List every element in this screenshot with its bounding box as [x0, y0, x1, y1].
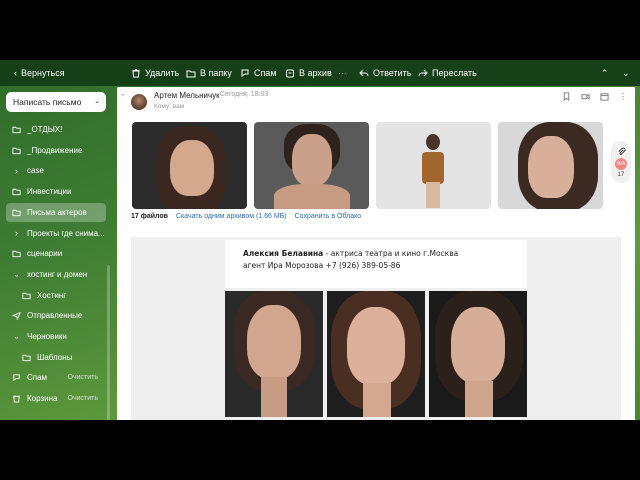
attachment-thumbnail[interactable]: [254, 122, 369, 209]
spam-icon: [241, 69, 249, 77]
avatar: [131, 94, 147, 110]
more-button[interactable]: ···: [338, 60, 347, 86]
sidebar-item-label: Черновики: [27, 332, 67, 341]
attachment-thumbnail[interactable]: [376, 122, 491, 209]
sidebar-item[interactable]: Спам Очистить: [6, 368, 106, 387]
trash-icon: [132, 69, 140, 78]
sidebar-item[interactable]: Корзина Очистить: [6, 389, 106, 408]
archive-button[interactable]: В архив: [285, 60, 332, 86]
chevron-right-icon: ›: [15, 165, 18, 176]
compose-button[interactable]: Написать письмо ⌄: [6, 92, 106, 112]
sidebar-item-label: Отправленные: [27, 311, 83, 321]
sidebar-item[interactable]: ⌄ Черновики: [6, 327, 106, 346]
sidebar-item-label: сценарии: [27, 249, 63, 259]
forward-button[interactable]: Переслать: [418, 60, 477, 86]
folder-icon: [22, 353, 31, 362]
attachment-thumbnail[interactable]: [498, 122, 603, 209]
message-date: Сегодня, 18:03: [220, 91, 269, 98]
folder-icon: [12, 187, 21, 196]
sidebar-item[interactable]: _Продвижение: [6, 141, 106, 160]
actor-description: - актриса театра и кино г.Москва: [323, 249, 459, 258]
mail-app: ‹ Вернуться Удалить В папку Спам В архив…: [0, 60, 640, 420]
folder-icon: [12, 146, 21, 155]
delete-button[interactable]: Удалить: [131, 60, 179, 86]
spam-icon: [12, 373, 21, 382]
move-to-folder-button[interactable]: В папку: [186, 60, 232, 86]
sidebar-item[interactable]: Инвестиции: [6, 182, 106, 201]
clear-folder-button[interactable]: Очистить: [68, 374, 98, 381]
sidebar-item-label: _Продвижение: [27, 145, 83, 155]
more-icon[interactable]: ⋮: [619, 92, 627, 101]
actor-card: Алексия Белавина - актриса театра и кино…: [225, 240, 527, 288]
sidebar-scrollbar[interactable]: [107, 265, 110, 420]
sidebar-item[interactable]: Шаблоны: [6, 348, 106, 367]
chevron-down-icon[interactable]: ⌄: [622, 60, 630, 86]
bookmark-icon[interactable]: [562, 92, 571, 101]
trash-icon: [12, 394, 21, 403]
sidebar-item-label: Спам: [27, 373, 48, 383]
chevron-down-icon: ⌄: [13, 269, 20, 279]
sender-name[interactable]: Артем Мельничук: [154, 91, 220, 100]
sidebar-item[interactable]: › Проекты где снима...: [6, 224, 106, 243]
message-body: Алексия Белавина - актриса театра и кино…: [131, 237, 621, 420]
save-to-cloud-link[interactable]: Сохранить в Облако: [295, 213, 362, 220]
chevron-down-icon: ⌄: [13, 332, 20, 341]
message-view: ⌃ Артем Мельничук Сегодня, 18:03 Кому: в…: [117, 87, 635, 420]
download-archive-link[interactable]: Скачать одним архивом (1.66 МБ): [176, 213, 287, 220]
folder-icon: [12, 208, 21, 217]
message-actions: ⋮: [562, 92, 627, 101]
actor-photo[interactable]: [225, 291, 323, 417]
sidebar-item-label: Хостинг: [37, 290, 67, 300]
sidebar-item-label: Проекты где снима...: [27, 228, 105, 238]
chevron-right-icon: ›: [15, 228, 18, 238]
actor-photo[interactable]: [327, 291, 425, 417]
sidebar-item[interactable]: Отправленные: [6, 306, 106, 325]
send-icon: [12, 311, 21, 321]
reply-button[interactable]: Ответить: [359, 60, 411, 86]
sidebar-item-label: case: [27, 166, 44, 176]
agent-contact: агент Ира Морозова +7 (926) 389-05-86: [243, 261, 401, 270]
back-button[interactable]: ‹ Вернуться: [14, 60, 65, 86]
calendar-icon[interactable]: [600, 92, 609, 101]
files-count: 17 файлов: [131, 213, 168, 220]
forward-icon: [418, 69, 428, 77]
recipient: Кому: вам: [154, 103, 185, 110]
toolbar: ‹ Вернуться Удалить В папку Спам В архив…: [0, 60, 640, 86]
sidebar-item[interactable]: _ОТДЫХ!: [6, 120, 106, 139]
chevron-up-icon[interactable]: ⌃: [601, 60, 609, 86]
attachment-thumbnail[interactable]: [132, 122, 247, 209]
attachment-count: 17: [617, 171, 625, 178]
sidebar-item-label: Письма актеров: [27, 207, 87, 217]
folder-icon: [12, 249, 21, 258]
actor-name: Алексия Белавина: [243, 249, 324, 258]
sidebar-item[interactable]: › case: [6, 161, 106, 180]
paperclip-icon: [617, 147, 625, 155]
sidebar-item-label: хостинг и домен: [27, 269, 88, 279]
reply-icon: [359, 69, 369, 77]
sidebar-item[interactable]: Хостинг: [6, 286, 106, 305]
sidebar-item-label: Инвестиции: [27, 187, 72, 197]
sidebar-item[interactable]: ⌄ хостинг и домен: [6, 265, 106, 284]
sidebar-item-label: _ОТДЫХ!: [27, 125, 63, 134]
archive-icon: [286, 69, 294, 78]
chevron-down-icon: ⌄: [94, 98, 100, 105]
sidebar-item[interactable]: Письма актеров: [6, 202, 106, 222]
folder-icon: [12, 125, 21, 134]
folder-move-icon: [186, 70, 196, 78]
spam-button[interactable]: Спам: [240, 60, 277, 86]
chevron-up-icon[interactable]: ⌃: [120, 93, 126, 101]
folder-icon: [22, 291, 31, 300]
attachments-button[interactable]: N/A 17: [611, 141, 631, 183]
video-icon[interactable]: [581, 92, 590, 101]
attachments-info: 17 файлов Скачать одним архивом (1.66 МБ…: [131, 213, 361, 220]
sidebar-item-label: Корзина: [27, 394, 58, 404]
clear-folder-button[interactable]: Очистить: [68, 395, 98, 402]
sidebar-item[interactable]: сценарии: [6, 244, 106, 263]
sidebar-item-label: Шаблоны: [37, 352, 73, 362]
attachment-badge: N/A: [615, 157, 627, 170]
chevron-left-icon: ‹: [14, 68, 17, 78]
actor-photo[interactable]: [429, 291, 527, 417]
